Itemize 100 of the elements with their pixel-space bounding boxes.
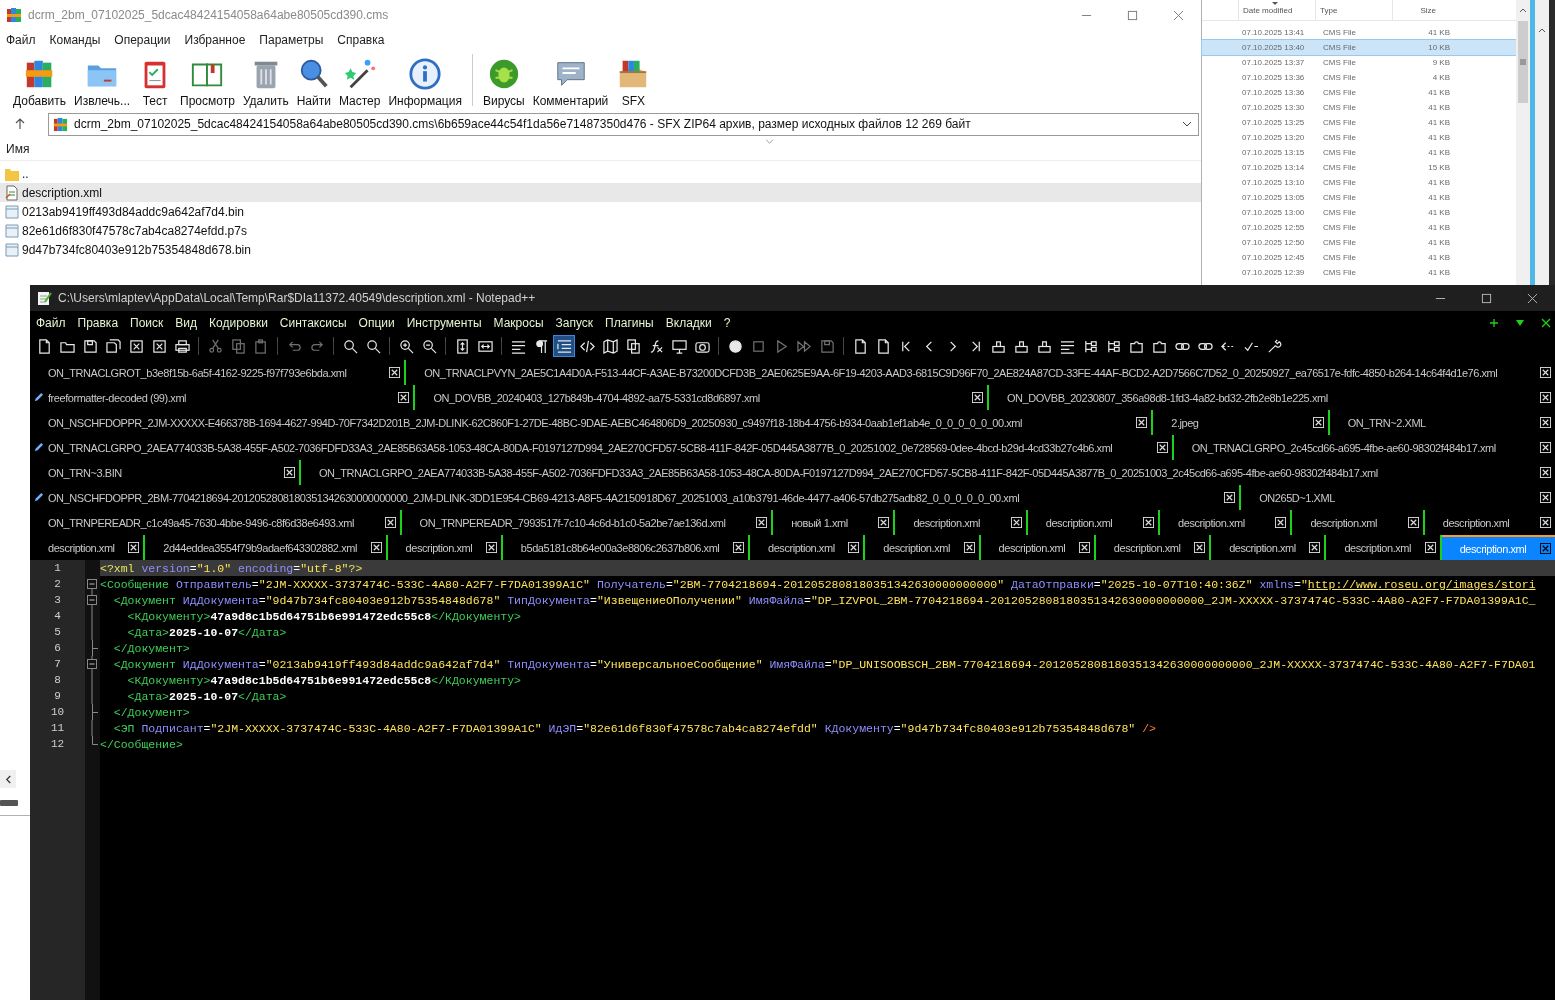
file-row[interactable]: 07.10.2025 13:05 CMS File 41 KB	[1202, 190, 1517, 205]
sync-scroll-icon	[477, 338, 493, 354]
file-row[interactable]: 9d47b734fc80403e912b75354848d678.bin	[0, 240, 1201, 259]
dropdown-icon[interactable]	[1515, 318, 1525, 328]
menu-item[interactable]: Операции	[114, 33, 171, 47]
editor-tab[interactable]: ON_TRN~3.BIN	[30, 460, 301, 485]
menu-item[interactable]: Файл	[6, 33, 36, 47]
toolbar-button[interactable]	[554, 336, 574, 356]
editor-tab[interactable]: 2.jpeg	[1153, 410, 1330, 435]
editor-tab[interactable]: description.xml	[1424, 510, 1555, 535]
editor-tab[interactable]: ON_DOVBB_20240403_127b849b-4704-4892-aa75-5331cd8d6897.xml	[415, 385, 989, 410]
vertical-scrollbar[interactable]	[1516, 0, 1531, 285]
column-header[interactable]: Имя	[6, 142, 30, 156]
editor-tab[interactable]: ON_TRNPEREADR_c1c49a45-7630-4bbe-9496-c8f6d38e6493.xml	[30, 510, 402, 535]
menu-item[interactable]: Синтаксисы	[279, 316, 347, 330]
editor-tab[interactable]: description.xml	[1160, 510, 1293, 535]
file-row[interactable]: ..	[0, 164, 1201, 183]
menu-item[interactable]: Файл	[36, 316, 66, 330]
menu-item[interactable]: ?	[723, 316, 731, 330]
file-row[interactable]: 07.10.2025 13:40 CMS File 10 KB	[1202, 40, 1517, 55]
menu-item[interactable]: Кодировки	[209, 316, 268, 330]
file-row[interactable]: 07.10.2025 13:00 CMS File 41 KB	[1202, 205, 1517, 220]
file-row[interactable]: 07.10.2025 13:30 CMS File 41 KB	[1202, 100, 1517, 115]
editor-tab[interactable]: ON_TRNACLGRPO_2AEA774033B-5A38-455F-A502-7036FDFD33A3_2AE85B63A58-1053-48CA-80DA-F0197127D994_2AE270CFD57-5CB8-411F-842F-05D445A3877B_0_20251003_2c45cd66-a695-4fbe-ae60-98302f484b17.xml	[300, 460, 1555, 485]
toolbar-button[interactable]: Информация	[385, 55, 465, 110]
file-row[interactable]: description.xml	[0, 183, 1201, 202]
editor-tab[interactable]: freeformatter-decoded (99).xml	[30, 385, 416, 410]
fold-toggle-icon[interactable]	[87, 592, 97, 608]
toolbar-button[interactable]: Комментарий	[529, 55, 612, 110]
editor-tab[interactable]: ON_TRNPEREADR_7993517f-7c10-4c6d-b1c0-5a2be7ae136d.xml	[401, 510, 774, 535]
editor-tab[interactable]: description.xml	[895, 510, 1028, 535]
fold-toggle-icon[interactable]	[87, 576, 97, 592]
editor-tab[interactable]: description.xml	[1027, 510, 1161, 535]
code-line: <ЭП Подписант="2JM-XXXXX-3737474C-533C-4A80-A2F7-F7DA01399A1C" ИдЭП="82e61d6f830f47578c7ab4ca8274efdd" КДокументу="9d47b734fc80403e912b75354848d678" />	[112, 721, 1156, 735]
menu-item[interactable]: Команды	[49, 33, 101, 47]
editor-tab[interactable]: description.xml	[1292, 510, 1425, 535]
toolbar-button[interactable]: Вирусы	[479, 55, 528, 110]
editor-tab[interactable]: ON_NSCHFDOPPR_2JM-XXXXX-E466378B-1694-4627-994D-70F7342D201B_2JM-DLINK-62C860F1-27DE-48BC-9DAE-AEBC464806D9_20250930_c9497f18-18b4-4756-b934-0aab1ef1ab4e_0_0_0_0_0_00.xml	[30, 410, 1154, 435]
editor-tab[interactable]: ON_TRN~2.XML	[1329, 410, 1555, 435]
editor-tab[interactable]: новый 1.xml	[773, 510, 896, 535]
path-field[interactable]: dcrm_2bm_07102025_5dcac48424154058a64abe80505cd390.cms\6b659ace44c54f1da56e71487350d476 - SFX ZIP64 архив, размер исходных файлов 12 269 байт	[48, 112, 1199, 136]
editor-tab[interactable]: ON265D~1.XML	[1241, 485, 1555, 510]
menu-item[interactable]: Макросы	[493, 316, 544, 330]
menu-item[interactable]: Инструменты	[406, 316, 482, 330]
close-icon[interactable]	[1541, 318, 1551, 328]
editor-tab[interactable]: ON_TRNACLGRPO_2AEA774033B-5A38-455F-A502-7036FDFD33A3_2AE85B63A58-1053-48CA-80DA-F0197127D994_2AE270CFD57-5CB8-411F-842F-05D445A3877B_0_20251002_0e728569-0dee-4bcd-b29d-4cd33b27c4b6.xml	[30, 435, 1174, 460]
menu-item[interactable]: Вид	[175, 316, 198, 330]
line-number: 10	[49, 706, 66, 718]
file-row[interactable]: 07.10.2025 13:15 CMS File 41 KB	[1202, 145, 1517, 160]
menu-item[interactable]: Запуск	[555, 316, 594, 330]
menu-item[interactable]: Правка	[77, 316, 119, 330]
file-row[interactable]: 07.10.2025 13:36 CMS File 41 KB	[1202, 85, 1517, 100]
menu-item[interactable]: Избранное	[184, 33, 246, 47]
file-row[interactable]: 07.10.2025 13:25 CMS File 41 KB	[1202, 115, 1517, 130]
toolbar-button[interactable]: Тест	[135, 55, 176, 110]
scrollbar-thumb[interactable]	[1518, 21, 1529, 103]
plus-icon[interactable]	[1489, 318, 1499, 328]
toolbar-button[interactable]: Найти	[293, 55, 334, 110]
toolbar-button[interactable]: Удалить	[239, 55, 292, 110]
file-row[interactable]: 07.10.2025 12:39 CMS File 41 KB	[1202, 265, 1517, 280]
editor-tab[interactable]: description.xml	[1441, 535, 1555, 560]
toolbar-button[interactable]	[600, 336, 620, 356]
column-header[interactable]: Size	[1392, 0, 1442, 20]
file-row[interactable]: 07.10.2025 13:10 CMS File 41 KB	[1202, 175, 1517, 190]
toolbar-button[interactable]: SFX	[613, 55, 654, 110]
up-arrow-icon[interactable]	[14, 118, 26, 130]
file-icon	[4, 203, 20, 220]
file-row[interactable]: 07.10.2025 13:36 CMS File 4 KB	[1202, 70, 1517, 85]
file-row[interactable]: 07.10.2025 13:41 CMS File 41 KB	[1202, 25, 1517, 40]
menu-item[interactable]: Параметры	[259, 33, 324, 47]
toolbar-button[interactable]: Мастер	[335, 55, 384, 110]
file-row[interactable]: 07.10.2025 13:14 CMS File 15 KB	[1202, 160, 1517, 175]
menu-item[interactable]: Поиск	[130, 316, 164, 330]
close-file-icon	[128, 338, 144, 354]
stop-icon	[750, 338, 766, 354]
toolbar-button[interactable]: Просмотр	[177, 55, 238, 110]
fold-toggle-icon[interactable]	[87, 656, 97, 672]
editor-tab[interactable]: ON_TRNACLPVYN_2AE5C1A4D0A-F513-44CF-A3AE-B73200DCFD3B_2AE0625E9AA-6F19-4203-AAD3-6815C9D96F70_2AE824A87CD-33FE-44AF-BCD2-A2D7566C7D52_0_20250927_ea76517e-fdfc-4850-b264-14c64f4d1e76.xml	[406, 360, 1555, 385]
toolbar-button[interactable]: Добавить	[10, 55, 70, 110]
line-number: 9	[53, 690, 62, 702]
scroll-left-button[interactable]	[0, 770, 16, 788]
editor-tab[interactable]: ON_TRNACLGROT_b3e8f15b-6a5f-4162-9225-f97f793e6bda.xml	[30, 360, 407, 385]
file-row[interactable]: 0213ab9419ff493d84addc9a642af7d4.bin	[0, 202, 1201, 221]
editor-tab[interactable]: ON_DOVBB_20230807_356a98d8-1fd3-4a82-bd32-2fb2e8b1e225.xml	[989, 385, 1555, 410]
toolbar-button[interactable]	[103, 336, 123, 356]
menu-item[interactable]: Опции	[358, 316, 395, 330]
editor-tab[interactable]: ON_NSCHFDOPPR_2BM-7704218694-2012052808180351342630000000000_2JM-DLINK-3DD1E954-CB69-4213-A8F5-4A2150918D67_20251003_a10b3791-46de-4477-a406-57db275adb82_0_0_0_0_0_00.xml	[30, 485, 1242, 510]
file-row[interactable]: 07.10.2025 12:55 CMS File 41 KB	[1202, 220, 1517, 235]
file-row[interactable]: 07.10.2025 13:37 CMS File 9 KB	[1202, 55, 1517, 70]
editor-tab[interactable]: ON_TRNACLGRPO_2c45cd66-a695-4fbe-ae60-98302f484b17.xml	[1173, 435, 1555, 460]
file-row[interactable]: 07.10.2025 12:50 CMS File 41 KB	[1202, 235, 1517, 250]
toolbar-button[interactable]: Извлечь...	[71, 55, 134, 110]
file-row[interactable]: 07.10.2025 13:20 CMS File 41 KB	[1202, 130, 1517, 145]
menu-item[interactable]: Вкладки	[665, 316, 712, 330]
file-row[interactable]: 07.10.2025 12:45 CMS File 41 KB	[1202, 250, 1517, 265]
menu-item[interactable]: Справка	[337, 33, 385, 47]
menu-item[interactable]: Плагины	[605, 316, 654, 330]
column-header[interactable]: Type	[1315, 0, 1392, 20]
horizontal-scrollbar[interactable]	[0, 800, 18, 806]
file-row[interactable]: 82e61d6f830f47578c7ab4ca8274efdd.p7s	[0, 221, 1201, 240]
